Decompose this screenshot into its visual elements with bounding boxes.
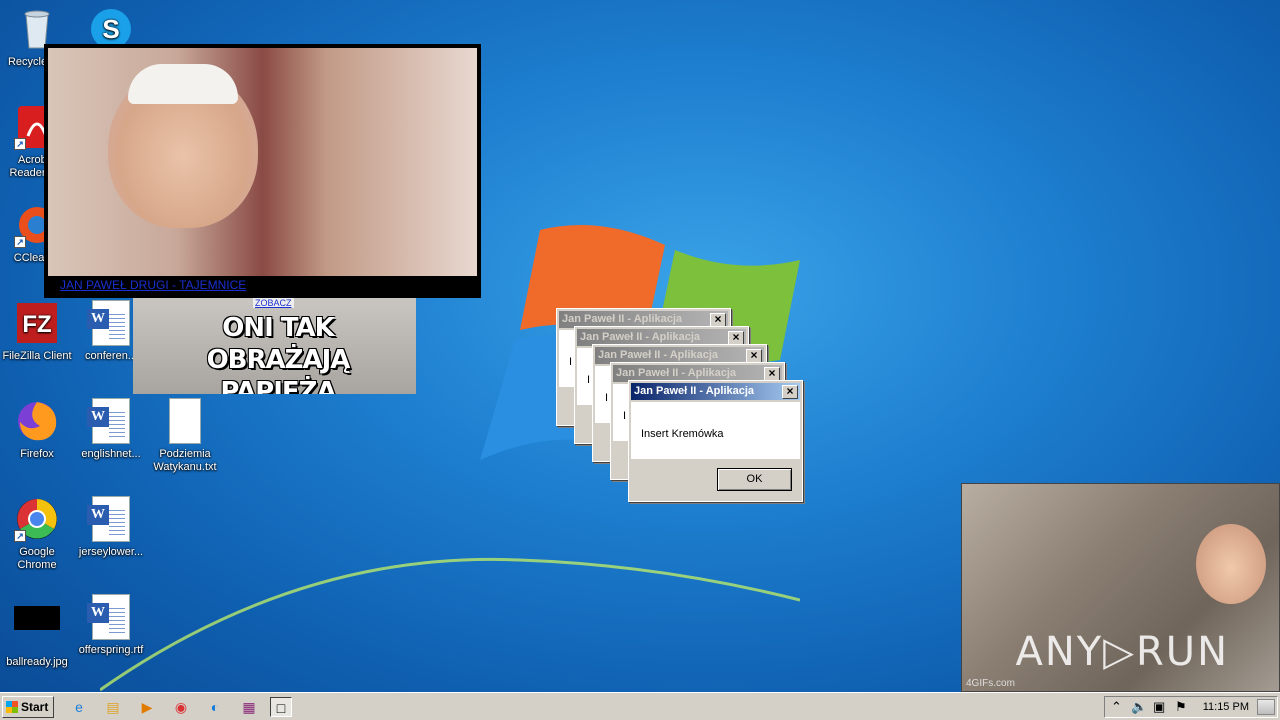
gif-source-label: 4GIFs.com xyxy=(966,678,1015,689)
filezilla-icon: FZ xyxy=(14,300,60,346)
gif-popup-image[interactable]: ANY▷RUN 4GIFs.com xyxy=(961,483,1280,692)
desktop-icon-firefox[interactable]: Firefox xyxy=(0,398,74,461)
start-label: Start xyxy=(21,700,49,714)
svg-text:FZ: FZ xyxy=(22,311,51,338)
desktop-icon-label: Firefox xyxy=(20,448,54,460)
word-doc-icon: W xyxy=(87,496,134,542)
meme-caption: ONI TAK OBRAŻAJĄ PAPIEŻA xyxy=(163,312,393,394)
desktop-icon-label: ballready.jpg xyxy=(6,656,68,668)
ok-button[interactable]: OK xyxy=(717,468,792,491)
anyrun-watermark: ANY▷RUN xyxy=(1015,629,1229,675)
close-icon[interactable]: × xyxy=(782,385,798,399)
desktop-icon-filezilla[interactable]: FZ FileZilla Client xyxy=(0,300,74,363)
chevron-up-icon[interactable]: ⌃ xyxy=(1111,697,1122,717)
word-doc-icon: W xyxy=(87,594,134,640)
word-doc-icon: W xyxy=(87,398,134,444)
text-file-icon xyxy=(162,398,208,444)
desktop-icon-offerspring[interactable]: W offerspring.rtf xyxy=(74,594,148,657)
close-icon[interactable]: × xyxy=(764,367,780,381)
desktop-icon-label: conferen... xyxy=(85,350,137,362)
dialog-message: Insert Kremówka xyxy=(631,402,800,459)
window-icon[interactable]: □ xyxy=(270,697,292,717)
edge-icon[interactable]: ◐ xyxy=(204,697,226,717)
meme-tag-link[interactable]: ZOBACZ xyxy=(253,298,294,308)
chrome-icon: ↗ xyxy=(14,496,60,542)
media-player-icon[interactable]: ▶ xyxy=(136,697,158,717)
desktop-icon-jerseylower[interactable]: W jerseylower... xyxy=(74,496,148,559)
desktop-icon-ballready[interactable]: ballready.jpg xyxy=(0,594,74,669)
desktop-icon-label: offerspring.rtf xyxy=(78,644,144,656)
volume-icon[interactable]: 🔈 xyxy=(1131,697,1147,717)
desktop-icon-podziemia[interactable]: Podziemia Watykanu.txt xyxy=(148,398,222,474)
firefox-icon xyxy=(14,398,60,444)
desktop-icon-label: jerseylower... xyxy=(78,546,144,558)
explorer-icon[interactable]: ▤ xyxy=(102,697,124,717)
close-icon[interactable]: × xyxy=(710,313,726,327)
desktop-icon-chrome[interactable]: ↗ Google Chrome xyxy=(0,496,74,572)
windows-flag-icon xyxy=(6,701,18,713)
internet-explorer-icon[interactable]: e xyxy=(68,697,90,717)
image-file-icon xyxy=(14,606,60,652)
desktop-icon-englishnet[interactable]: W englishnet... xyxy=(74,398,148,461)
dialog-window-active[interactable]: Jan Paweł II - Aplikacja × Insert Kremów… xyxy=(628,380,803,502)
flag-icon[interactable]: ⚑ xyxy=(1175,697,1187,717)
desktop-icon-label: Podziemia Watykanu.txt xyxy=(153,448,217,473)
meme-caption-line2: PAPIEŻA xyxy=(220,377,336,394)
clock[interactable]: 11:15 PM xyxy=(1203,697,1249,717)
show-desktop-button[interactable] xyxy=(1257,699,1275,715)
dialog-title: Jan Paweł II - Aplikacja xyxy=(631,383,800,400)
meme-popup-image[interactable]: ZOBACZ ONI TAK OBRAŻAJĄ PAPIEŻA xyxy=(133,298,416,394)
meme-caption-line1: ONI TAK OBRAŻAJĄ xyxy=(206,313,351,375)
zucchetto-image xyxy=(128,64,238,104)
chrome-icon[interactable]: ◉ xyxy=(170,697,192,717)
system-tray: ⌃ 🔈 ▣ ⚑ 11:15 PM xyxy=(1104,696,1278,718)
wallpaper-swirl xyxy=(100,557,800,692)
network-icon[interactable]: ▣ xyxy=(1153,697,1165,717)
video-frame xyxy=(48,48,477,276)
close-icon[interactable]: × xyxy=(746,349,762,363)
pope-face-image xyxy=(1196,524,1266,604)
video-popup-window[interactable]: JAN PAWEŁ DRUGI - TAJEMNICE xyxy=(44,44,481,298)
svg-text:S: S xyxy=(102,14,119,44)
desktop-icon-label: Google Chrome xyxy=(17,546,57,571)
winrar-icon[interactable]: ▦ xyxy=(238,697,260,717)
close-icon[interactable]: × xyxy=(728,331,744,345)
video-title-link[interactable]: JAN PAWEŁ DRUGI - TAJEMNICE xyxy=(60,278,246,292)
desktop-icon-label: FileZilla Client xyxy=(2,350,72,362)
start-button[interactable]: Start xyxy=(2,696,54,718)
taskbar: Start e ▤ ▶ ◉ ◐ ▦ □ ⌃ 🔈 ▣ ⚑ 11:15 PM xyxy=(0,692,1280,720)
word-doc-icon: W xyxy=(87,300,134,346)
desktop-icon-label: englishnet... xyxy=(81,448,141,460)
